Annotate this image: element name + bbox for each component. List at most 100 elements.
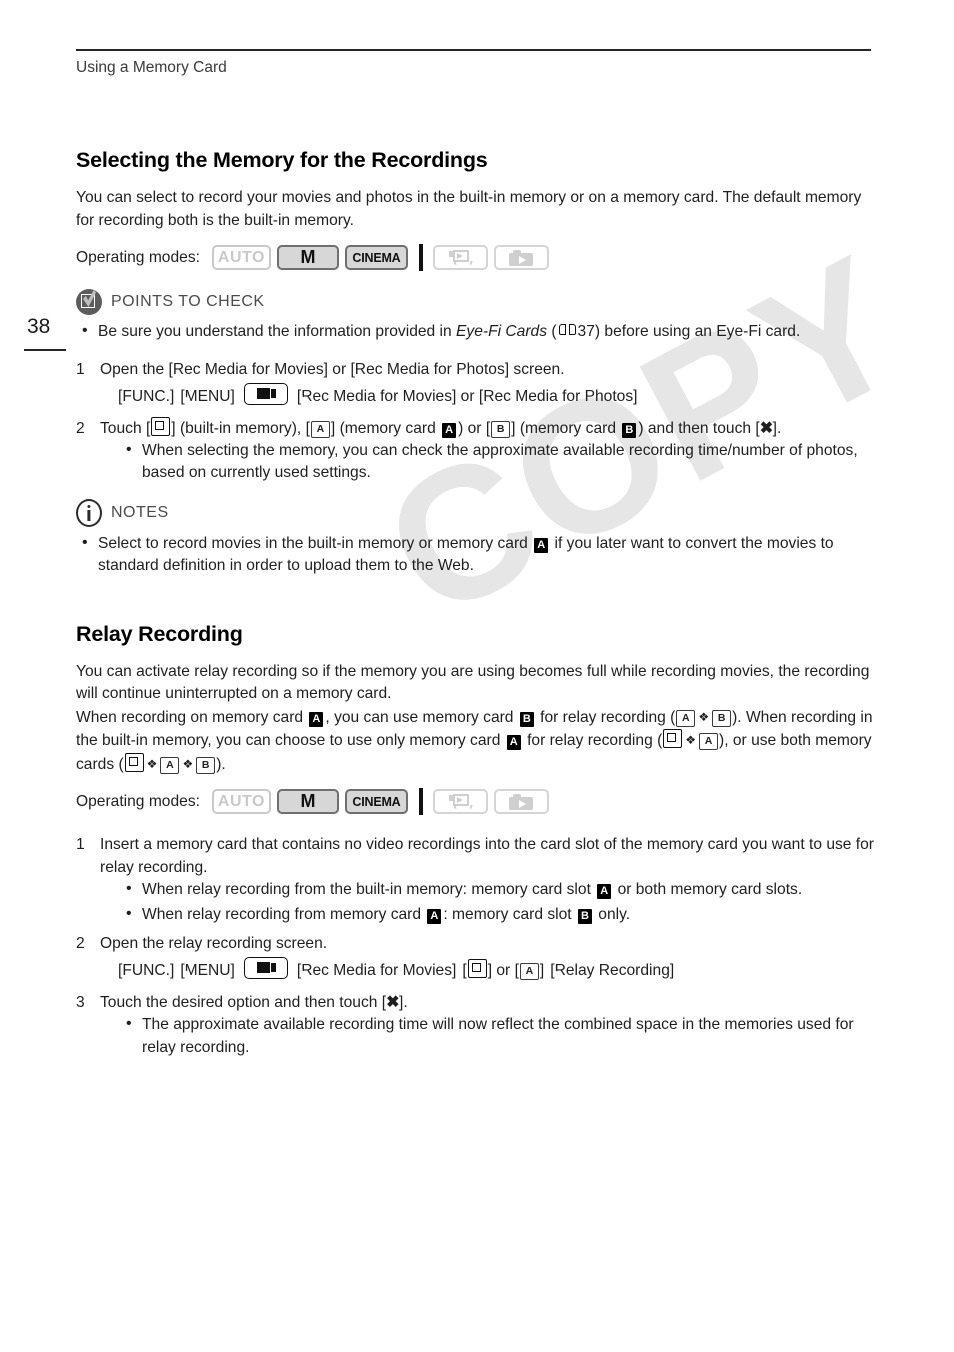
page-reference: 37 bbox=[577, 323, 595, 340]
step-text-p2: ] (built-in memory), [ bbox=[171, 419, 310, 437]
arrow-to-icon: ❖ bbox=[182, 756, 194, 771]
section2-steps: 1 Insert a memory card that contains no … bbox=[76, 833, 876, 1059]
step-2: 2 Touch [] (built-in memory), [A] (memor… bbox=[76, 416, 876, 485]
step-1: 1 Insert a memory card that contains no … bbox=[76, 833, 876, 926]
list-item: The approximate available recording time… bbox=[100, 1013, 876, 1059]
bullet-post: or both memory card slots. bbox=[613, 881, 803, 898]
bullet-mid: : memory card slot bbox=[443, 905, 576, 923]
card-b-box-icon: B bbox=[712, 709, 732, 727]
running-head: Using a Memory Card bbox=[76, 59, 227, 76]
path-tail: [Rec Media for Movies] or [Rec Media for… bbox=[296, 387, 638, 405]
arrow-to-icon: ❖ bbox=[698, 709, 710, 724]
arrow-to-icon: ❖ bbox=[685, 733, 697, 747]
operating-modes-label: Operating modes: bbox=[76, 248, 200, 266]
content-column: Selecting the Memory for the Recordings … bbox=[76, 148, 876, 1065]
section1-steps: 1 Open the [Rec Media for Movies] or [Re… bbox=[76, 358, 876, 485]
list-item: When relay recording from the built-in m… bbox=[100, 878, 876, 902]
step-number: 1 bbox=[76, 360, 85, 378]
mode-badge-cinema: CINEMA bbox=[344, 789, 408, 814]
card-a-box-icon: A bbox=[519, 963, 539, 980]
bullet-pre: When relay recording from the built-in m… bbox=[142, 881, 596, 898]
playback-photos-icon bbox=[509, 249, 534, 266]
step-text: Open the relay recording screen. bbox=[100, 935, 328, 952]
step-number: 2 bbox=[76, 935, 85, 952]
section-title-relay-recording: Relay Recording bbox=[76, 621, 243, 646]
section-title-selecting-memory: Selecting the Memory for the Recordings bbox=[76, 148, 488, 172]
close-icon: ✖ bbox=[386, 994, 399, 1011]
path-func: [FUNC.] bbox=[118, 962, 175, 979]
step-3: 3 Touch the desired option and then touc… bbox=[76, 991, 876, 1059]
playback-photos-icon bbox=[509, 793, 534, 810]
mode-badge-playback-movies bbox=[432, 245, 488, 270]
card-a-box-icon: A bbox=[160, 756, 180, 774]
step-text-p3: ] (memory card bbox=[330, 419, 441, 437]
card-b-solid-icon: B bbox=[622, 422, 637, 438]
movie-menu-icon bbox=[243, 382, 288, 405]
movie-menu-icon bbox=[243, 957, 288, 979]
step-2-menu-path: [FUNC.][MENU][Rec Media for Movies][] or… bbox=[100, 957, 876, 985]
step-3-notes: The approximate available recording time… bbox=[100, 1013, 876, 1059]
points-to-check-header: POINTS TO CHECK bbox=[76, 289, 876, 315]
path-tail: [Relay Recording] bbox=[550, 962, 675, 979]
notes-header: NOTES bbox=[76, 498, 876, 527]
close-icon: ✖ bbox=[759, 419, 773, 437]
check-mark-icon bbox=[76, 289, 102, 315]
card-a-box-icon: A bbox=[676, 709, 696, 727]
card-b-solid-icon: B bbox=[519, 711, 534, 727]
mode-divider bbox=[418, 788, 423, 815]
header-rule bbox=[76, 49, 871, 51]
bullet-pre: When relay recording from memory card bbox=[142, 905, 426, 923]
notes-list: Select to record movies in the built-in … bbox=[76, 532, 876, 578]
page-number-rule bbox=[24, 349, 66, 351]
document-page: COPY Using a Memory Card 38 Selecting th… bbox=[0, 0, 954, 1352]
points-to-check-title: POINTS TO CHECK bbox=[111, 293, 265, 310]
path-mid1: [Rec Media for Movies] bbox=[296, 962, 457, 979]
bullet-text-mid: ( bbox=[547, 323, 557, 340]
operating-modes-label: Operating modes: bbox=[76, 792, 200, 810]
mode-badge-manual: M bbox=[276, 789, 339, 814]
notes-title: NOTES bbox=[111, 503, 169, 521]
card-a-solid-icon: A bbox=[442, 422, 457, 438]
p2-s1: When recording on memory card bbox=[76, 708, 308, 726]
bullet-text-italic: Eye-Fi Cards bbox=[456, 323, 547, 340]
mode-divider bbox=[418, 244, 423, 271]
bullet-text-pre: Be sure you understand the information p… bbox=[98, 323, 457, 340]
card-b-box-icon: B bbox=[491, 420, 511, 438]
builtin-memory-icon bbox=[467, 959, 487, 978]
mode-badge-playback-photos bbox=[493, 789, 549, 814]
mode-badge-manual: M bbox=[276, 245, 339, 270]
step-text: Insert a memory card that contains no vi… bbox=[100, 836, 874, 876]
step-text: Open the [Rec Media for Movies] or [Rec … bbox=[100, 360, 565, 378]
step-1: 1 Open the [Rec Media for Movies] or [Re… bbox=[76, 358, 876, 411]
card-a-solid-icon: A bbox=[427, 908, 442, 924]
builtin-memory-icon bbox=[663, 729, 683, 748]
step-2-notes: When selecting the memory, you can check… bbox=[100, 439, 876, 485]
step-1-menu-path: [FUNC.] [MENU] [Rec Media for Movies] or [… bbox=[100, 382, 876, 411]
list-item: Be sure you understand the information p… bbox=[76, 320, 876, 344]
bullet-text-post: ) before using an Eye-Fi card. bbox=[594, 323, 801, 340]
step-text-p4: ) or [ bbox=[458, 419, 491, 437]
operating-modes-row-1: Operating modes: AUTO M CINEMA bbox=[76, 244, 876, 271]
mode-badge-cinema: CINEMA bbox=[344, 245, 408, 270]
step-text-p6: ) and then touch [ bbox=[638, 419, 760, 437]
page-number: 38 bbox=[27, 315, 51, 338]
step-2: 2 Open the relay recording screen. [FUNC… bbox=[76, 932, 876, 985]
section2-paragraph-1: You can activate relay recording so if t… bbox=[76, 662, 870, 703]
card-b-solid-icon: B bbox=[577, 908, 592, 924]
builtin-memory-icon bbox=[151, 416, 171, 436]
p2-s7: ). bbox=[216, 755, 226, 773]
section1-intro: You can select to record your movies and… bbox=[76, 189, 862, 229]
mode-badge-playback-movies bbox=[432, 789, 488, 814]
step-text-p7: ]. bbox=[772, 419, 782, 437]
p2-s2: , you can use memory card bbox=[325, 708, 518, 726]
list-item: When selecting the memory, you can check… bbox=[100, 439, 876, 485]
path-func: [FUNC.] bbox=[118, 387, 175, 405]
builtin-memory-icon bbox=[124, 752, 144, 772]
card-a-box-icon: A bbox=[310, 420, 330, 438]
operating-modes-row-2: Operating modes: AUTO M CINEMA bbox=[76, 788, 876, 815]
note-text-pre: Select to record movies in the built-in … bbox=[98, 534, 533, 552]
step-text-p5: ] (memory card bbox=[511, 419, 621, 437]
playback-movies-icon bbox=[449, 250, 474, 265]
playback-movies-icon bbox=[449, 794, 474, 809]
mode-badge-playback-photos bbox=[493, 245, 549, 270]
